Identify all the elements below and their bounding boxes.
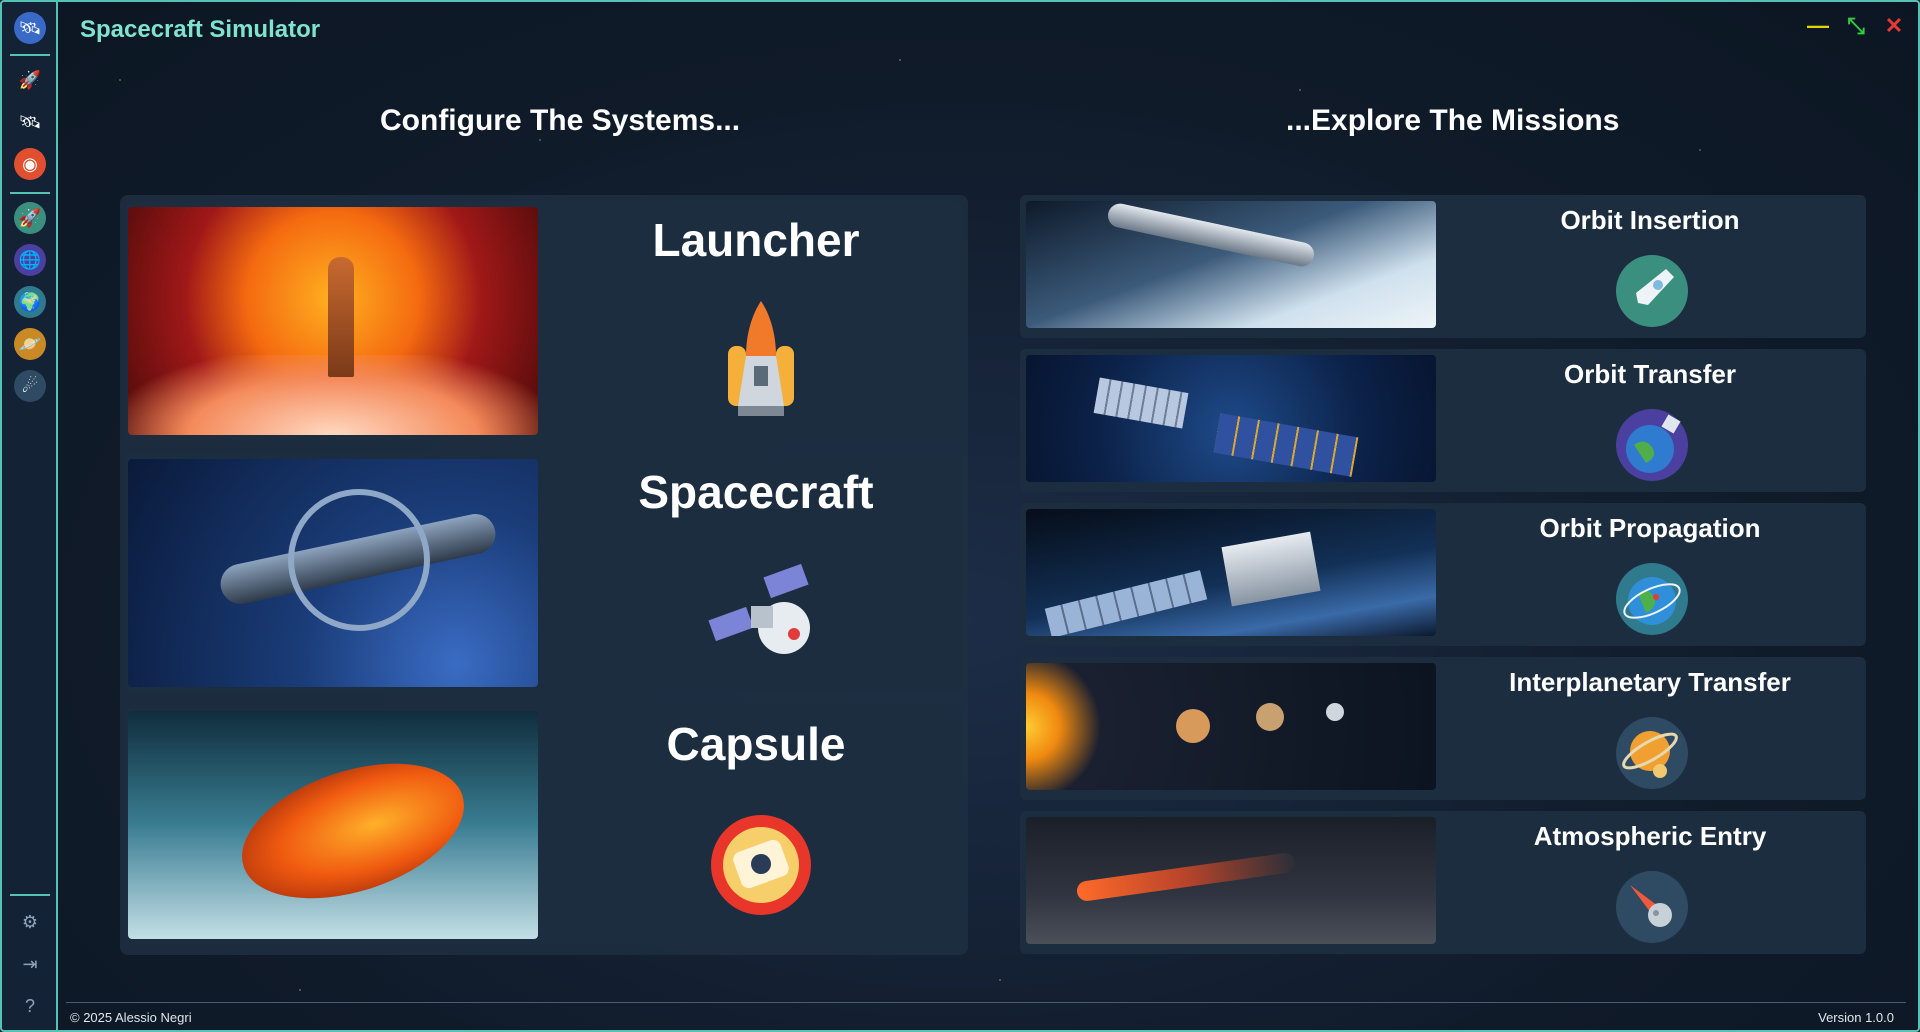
mission-title: Orbit Insertion [1560, 205, 1740, 235]
orbit-propagation-image [1026, 509, 1436, 636]
sidebar-orbit-transfer-icon[interactable]: 🌐 [14, 244, 46, 276]
version-text: Version 1.0.0 [1818, 1010, 1894, 1025]
mission-card-orbit-insertion[interactable]: Orbit Insertion [1020, 195, 1866, 338]
sidebar-spacecraft-icon[interactable]: 🛰 [14, 106, 46, 138]
mission-card-atmospheric-entry[interactable]: Atmospheric Entry [1020, 811, 1866, 954]
mission-title: Orbit Propagation [1539, 513, 1761, 543]
system-card-spacecraft[interactable]: Spacecraft [126, 453, 962, 693]
satellite-icon [706, 548, 816, 673]
mission-title: Orbit Transfer [1564, 359, 1736, 389]
sidebar: 🛰 🚀 🛰 ◉ 🚀 🌐 🌍 🪐 ☄ ⚙ ⇥ ? [2, 2, 58, 1030]
footer-divider [66, 1002, 1906, 1003]
restore-button[interactable]: ⤡ [1842, 12, 1870, 40]
sidebar-orbit-propagation-icon[interactable]: 🌍 [14, 286, 46, 318]
sidebar-launcher-icon[interactable]: 🚀 [14, 64, 46, 96]
missions-heading: ...Explore The Missions [1286, 104, 1620, 137]
sidebar-orbit-insertion-icon[interactable]: 🚀 [14, 202, 46, 234]
launcher-image [128, 207, 538, 435]
exit-icon[interactable]: ⇥ [14, 948, 46, 980]
atmospheric-entry-image [1026, 817, 1436, 944]
sidebar-atmospheric-entry-icon[interactable]: ☄ [14, 370, 46, 402]
mission-card-orbit-transfer[interactable]: Orbit Transfer [1020, 349, 1866, 492]
mission-card-interplanetary-transfer[interactable]: Interplanetary Transfer [1020, 657, 1866, 800]
system-card-launcher[interactable]: Launcher [126, 201, 962, 441]
sidebar-divider [10, 192, 50, 194]
meteor-icon [1616, 871, 1688, 943]
mission-title: Interplanetary Transfer [1509, 667, 1791, 697]
sidebar-divider [10, 894, 50, 896]
close-button[interactable]: ✕ [1880, 12, 1908, 40]
mission-title: Atmospheric Entry [1533, 821, 1767, 851]
spacecraft-image [128, 459, 538, 687]
orbit-insertion-image [1026, 201, 1436, 328]
app-logo-icon[interactable]: 🛰 [14, 12, 46, 44]
orbit-transfer-image [1026, 355, 1436, 482]
sidebar-interplanetary-icon[interactable]: 🪐 [14, 328, 46, 360]
system-title: Launcher [652, 214, 860, 266]
earth-satellite-icon [1616, 409, 1688, 481]
capsule-image [128, 711, 538, 939]
systems-panel: Launcher Spacecraft Capsule [120, 195, 968, 955]
planets-icon [1616, 717, 1688, 789]
help-icon[interactable]: ? [14, 990, 46, 1022]
settings-icon[interactable]: ⚙ [14, 906, 46, 938]
sidebar-capsule-icon[interactable]: ◉ [14, 148, 46, 180]
system-card-capsule[interactable]: Capsule [126, 705, 962, 945]
sidebar-divider [10, 54, 50, 56]
system-title: Capsule [666, 718, 846, 770]
system-title: Spacecraft [638, 466, 874, 518]
capsule-icon [706, 800, 816, 925]
earth-orbit-icon [1616, 563, 1688, 635]
systems-heading: Configure The Systems... [380, 104, 741, 137]
copyright-text: © 2025 Alessio Negri [70, 1010, 192, 1025]
app-title: Spacecraft Simulator [80, 16, 321, 43]
minimize-button[interactable]: — [1804, 12, 1832, 40]
rocket-launch-icon [1616, 255, 1688, 327]
interplanetary-transfer-image [1026, 663, 1436, 790]
shuttle-icon [706, 296, 816, 421]
mission-card-orbit-propagation[interactable]: Orbit Propagation [1020, 503, 1866, 646]
